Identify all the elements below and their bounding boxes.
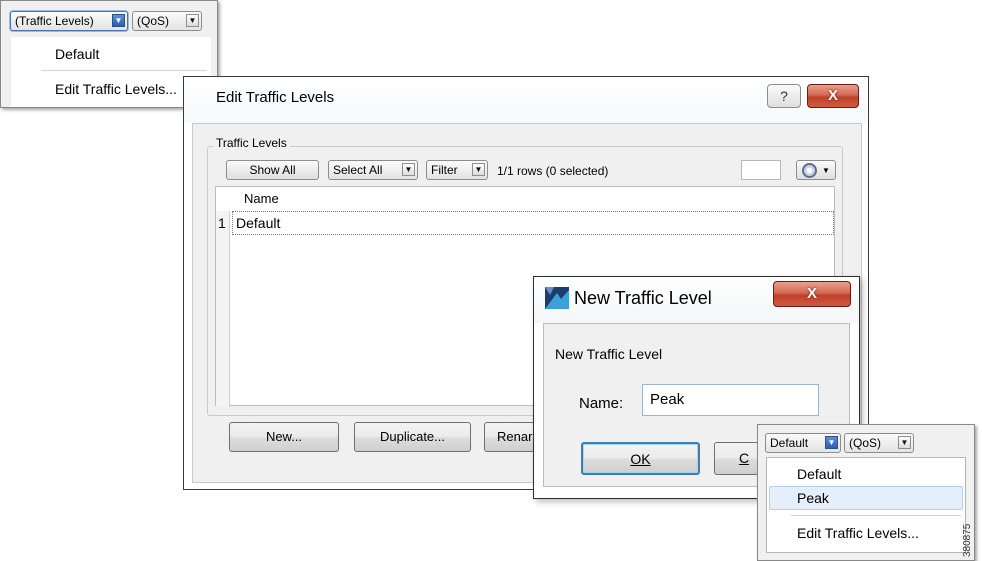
select-all-label: Select All xyxy=(333,163,383,177)
close-icon[interactable]: X xyxy=(773,281,851,307)
traffic-level-menu: Default Peak Edit Traffic Levels... xyxy=(766,457,966,553)
menu-item-edit-traffic-levels[interactable]: Edit Traffic Levels... xyxy=(11,76,211,102)
figure-id: 380875 xyxy=(962,523,973,557)
rows-info: 1/1 rows (0 selected) xyxy=(497,164,609,178)
group-label: Traffic Levels xyxy=(213,136,290,150)
traffic-levels-combo[interactable]: (Traffic Levels) ▼ xyxy=(10,11,128,31)
dropdown-arrow-icon[interactable]: ▼ xyxy=(186,14,199,27)
filter-input[interactable] xyxy=(741,160,781,180)
menu-item-edit-traffic-levels[interactable]: Edit Traffic Levels... xyxy=(767,520,965,546)
traffic-level-combo-label: Default xyxy=(770,436,809,450)
row-index: 1 xyxy=(218,215,226,231)
menu-item-default[interactable]: Default xyxy=(767,461,965,487)
gear-icon xyxy=(802,163,817,178)
ok-button-label: OK xyxy=(630,451,651,467)
name-label: Name: xyxy=(579,395,624,412)
show-all-button[interactable]: Show All xyxy=(226,160,319,180)
help-icon[interactable]: ? xyxy=(767,84,801,108)
menu-item-default[interactable]: Default xyxy=(11,41,211,67)
column-header-name[interactable]: Name xyxy=(244,191,279,206)
app-logo-icon xyxy=(545,287,569,309)
close-icon[interactable]: X xyxy=(807,84,859,108)
qos-combo-label: (QoS) xyxy=(849,436,882,450)
table-row[interactable]: Default xyxy=(232,211,834,235)
dropdown-arrow-icon[interactable]: ▼ xyxy=(825,436,838,449)
row-header-column xyxy=(216,211,230,407)
name-field[interactable]: Peak xyxy=(642,384,819,416)
dropdown-arrow-icon: ▼ xyxy=(822,166,830,175)
dialog-title: New Traffic Level xyxy=(574,288,712,308)
menu-separator xyxy=(791,515,961,516)
dialog-heading: New Traffic Level xyxy=(555,346,663,362)
traffic-level-menu: Default Edit Traffic Levels... xyxy=(11,37,211,107)
dropdown-arrow-icon[interactable]: ▼ xyxy=(402,163,415,176)
filter-label: Filter xyxy=(431,163,458,177)
select-all-combo[interactable]: Select All ▼ xyxy=(328,160,418,180)
duplicate-button[interactable]: Duplicate... xyxy=(354,422,471,452)
new-button[interactable]: New... xyxy=(229,422,339,452)
menu-item-peak[interactable]: Peak xyxy=(767,485,965,511)
menu-separator xyxy=(41,70,207,71)
table-options-button[interactable]: ▼ xyxy=(796,160,836,180)
dialog-title: Edit Traffic Levels xyxy=(216,89,335,106)
dropdown-arrow-icon[interactable]: ▼ xyxy=(112,14,125,27)
traffic-levels-combo-label: (Traffic Levels) xyxy=(15,14,94,28)
dropdown-arrow-icon[interactable]: ▼ xyxy=(472,163,485,176)
qos-combo[interactable]: (QoS) ▼ xyxy=(844,433,914,453)
qos-combo[interactable]: (QoS) ▼ xyxy=(132,11,202,31)
qos-combo-label: (QoS) xyxy=(137,14,170,28)
dropdown-arrow-icon[interactable]: ▼ xyxy=(898,436,911,449)
cancel-button-label: C xyxy=(738,450,750,466)
traffic-level-dropdown-bottom: Default ▼ (QoS) ▼ Default Peak Edit Traf… xyxy=(757,424,975,561)
filter-combo[interactable]: Filter ▼ xyxy=(426,160,488,180)
traffic-level-combo[interactable]: Default ▼ xyxy=(765,433,841,453)
ok-button[interactable]: OK xyxy=(581,442,700,475)
